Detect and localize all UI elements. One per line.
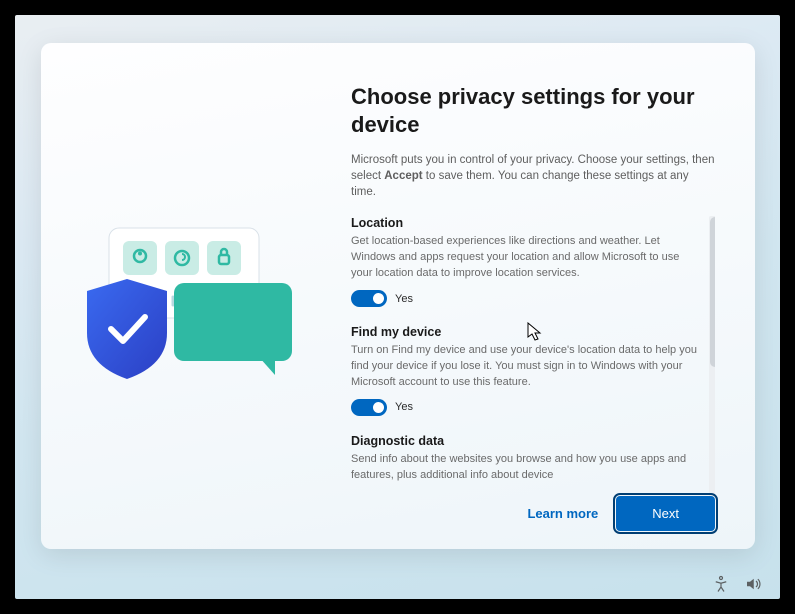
content-pane: Choose privacy settings for your device … <box>341 43 755 549</box>
location-toggle-label: Yes <box>395 293 413 305</box>
find-toggle-row: Yes <box>351 399 697 416</box>
find-my-device-toggle[interactable] <box>351 399 387 416</box>
oobe-screen: Choose privacy settings for your device … <box>15 15 780 599</box>
section-location: Location Get location-based experiences … <box>351 216 697 307</box>
find-toggle-label: Yes <box>395 401 413 413</box>
dialog-card: Choose privacy settings for your device … <box>41 43 755 549</box>
accessibility-icon[interactable] <box>712 575 730 593</box>
diag-title: Diagnostic data <box>351 434 697 448</box>
page-title: Choose privacy settings for your device <box>351 83 715 138</box>
location-title: Location <box>351 216 697 230</box>
location-toggle[interactable] <box>351 290 387 307</box>
find-body: Turn on Find my device and use your devi… <box>351 343 697 391</box>
location-toggle-row: Yes <box>351 290 697 307</box>
section-diagnostic-data: Diagnostic data Send info about the webs… <box>351 434 697 482</box>
system-tray <box>712 575 762 593</box>
intro-text: Microsoft puts you in control of your pr… <box>351 152 715 200</box>
section-find-my-device: Find my device Turn on Find my device an… <box>351 325 697 416</box>
next-button[interactable]: Next <box>616 496 715 531</box>
privacy-illustration <box>79 223 299 403</box>
find-title: Find my device <box>351 325 697 339</box>
diag-body: Send info about the websites you browse … <box>351 452 697 482</box>
intro-bold: Accept <box>384 170 422 182</box>
volume-icon[interactable] <box>744 575 762 593</box>
scrollbar-track[interactable]: ▴ ▾ <box>709 216 715 514</box>
location-body: Get location-based experiences like dire… <box>351 234 697 282</box>
action-row: Learn more Next <box>527 496 715 531</box>
illustration-pane <box>41 43 341 549</box>
scrollbar-thumb[interactable] <box>710 217 715 367</box>
learn-more-link[interactable]: Learn more <box>527 506 598 521</box>
settings-scroll-area[interactable]: Location Get location-based experiences … <box>351 216 715 529</box>
